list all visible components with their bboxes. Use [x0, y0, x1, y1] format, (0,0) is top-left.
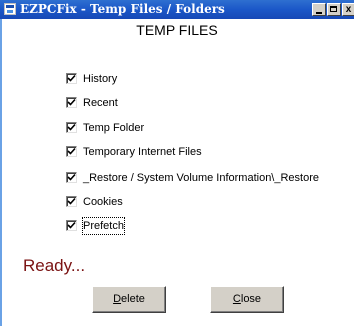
option-label: Temporary Internet Files [83, 146, 202, 158]
check-icon [67, 173, 76, 181]
app-window-icon[interactable] [4, 3, 16, 15]
restore-checkbox[interactable] [66, 172, 77, 183]
check-icon [67, 123, 76, 131]
close-accel: C [232, 293, 241, 305]
title-bar[interactable]: EZPCFix - Temp Files / Folders x [0, 0, 354, 19]
check-icon [67, 221, 76, 229]
delete-accel: D [113, 293, 122, 305]
recent-checkbox[interactable] [66, 97, 77, 108]
close-window-button[interactable]: x [342, 3, 354, 16]
temp-folder-checkbox[interactable] [66, 122, 77, 133]
check-icon [67, 147, 76, 155]
delete-label: elete [121, 293, 145, 305]
minimize-button[interactable] [312, 3, 326, 16]
close-button[interactable]: Close [210, 286, 284, 313]
history-checkbox[interactable] [66, 73, 77, 84]
status-text: Ready... [23, 256, 86, 275]
cookies-checkbox[interactable] [66, 196, 77, 207]
temporary-internet-files-checkbox[interactable] [66, 146, 77, 157]
section-heading: TEMP FILES [136, 22, 218, 38]
option-label: Cookies [83, 196, 123, 208]
window-title: EZPCFix - Temp Files / Folders [20, 2, 225, 16]
check-icon [67, 74, 76, 82]
close-label: lose [240, 293, 262, 305]
check-icon [67, 197, 76, 205]
option-label: History [83, 73, 118, 85]
ezpcfix-window: EZPCFix - Temp Files / Folders x TEMP FI… [0, 0, 354, 326]
option-label: Prefetch [82, 217, 125, 235]
prefetch-checkbox[interactable] [66, 220, 77, 231]
check-icon [67, 98, 76, 106]
option-label: Recent [83, 97, 118, 109]
option-label: Temp Folder [83, 122, 145, 134]
maximize-button[interactable] [327, 3, 341, 16]
delete-button[interactable]: Delete [92, 286, 166, 313]
option-label: _Restore / System Volume Information\_Re… [83, 172, 319, 184]
